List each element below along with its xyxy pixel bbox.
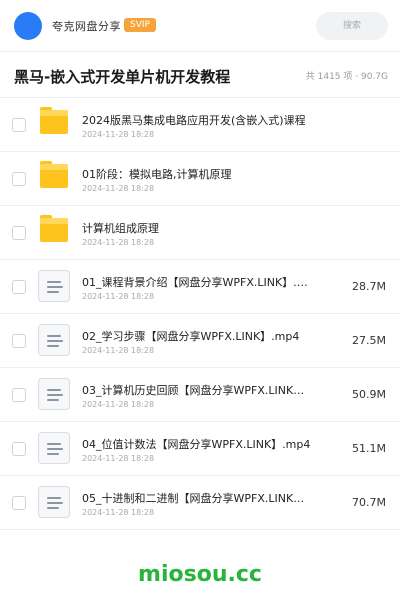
item-date: 2024-11-28 18:28 xyxy=(82,454,155,463)
checkbox[interactable] xyxy=(12,388,26,402)
item-date: 2024-11-28 18:28 xyxy=(82,130,155,139)
folder-icon xyxy=(38,107,70,140)
file-list: 2024版黑马集成电路应用开发(含嵌入式)课程 2024-11-28 18:28… xyxy=(0,98,400,530)
item-size: 50.9M xyxy=(352,388,386,401)
list-item[interactable]: 01阶段：模拟电路,计算机原理 2024-11-28 18:28 xyxy=(0,152,400,206)
document-icon xyxy=(38,486,70,518)
avatar[interactable] xyxy=(14,12,42,40)
checkbox[interactable] xyxy=(12,442,26,456)
watermark: miosou.cc xyxy=(138,562,262,587)
folder-icon xyxy=(38,215,70,248)
list-item[interactable]: 01_课程背景介绍【网盘分享WPFX.LINK】.mp4 2024-11-28 … xyxy=(0,260,400,314)
item-date: 2024-11-28 18:28 xyxy=(82,508,155,517)
list-item[interactable]: 02_学习步骤【网盘分享WPFX.LINK】.mp4 2024-11-28 18… xyxy=(0,314,400,368)
item-name: 03_计算机历史回顾【网盘分享WPFX.LINK】.mp4 xyxy=(82,384,312,397)
document-icon xyxy=(38,270,70,302)
item-name: 04_位值计数法【网盘分享WPFX.LINK】.mp4 xyxy=(82,438,311,451)
item-date: 2024-11-28 18:28 xyxy=(82,238,155,247)
share-page: 夸克网盘分享 SVIP 搜索 黑马-嵌入式开发单片机开发教程 共 1415 项 … xyxy=(0,0,400,600)
item-count: 共 1415 项 · 90.7G xyxy=(305,72,388,82)
item-size: 28.7M xyxy=(352,280,386,293)
list-item[interactable]: 2024版黑马集成电路应用开发(含嵌入式)课程 2024-11-28 18:28 xyxy=(0,98,400,152)
svip-badge: SVIP xyxy=(124,18,156,32)
checkbox[interactable] xyxy=(12,118,26,132)
item-date: 2024-11-28 18:28 xyxy=(82,400,155,409)
item-name: 05_十进制和二进制【网盘分享WPFX.LINK】.mp4 xyxy=(82,492,312,505)
page-title: 黑马-嵌入式开发单片机开发教程 xyxy=(14,68,231,86)
item-date: 2024-11-28 18:28 xyxy=(82,346,155,355)
list-item[interactable]: 04_位值计数法【网盘分享WPFX.LINK】.mp4 2024-11-28 1… xyxy=(0,422,400,476)
document-icon xyxy=(38,324,70,356)
item-name: 01阶段：模拟电路,计算机原理 xyxy=(82,168,232,181)
item-name: 02_学习步骤【网盘分享WPFX.LINK】.mp4 xyxy=(82,330,300,343)
item-date: 2024-11-28 18:28 xyxy=(82,292,155,301)
document-icon xyxy=(38,432,70,464)
checkbox[interactable] xyxy=(12,496,26,510)
folder-icon xyxy=(38,161,70,194)
search-box[interactable]: 搜索 xyxy=(316,12,388,40)
item-size: 70.7M xyxy=(352,496,386,509)
top-header: 夸克网盘分享 SVIP 搜索 xyxy=(0,0,400,52)
title-bar: 黑马-嵌入式开发单片机开发教程 共 1415 项 · 90.7G xyxy=(0,52,400,98)
item-size: 27.5M xyxy=(352,334,386,347)
document-icon xyxy=(38,378,70,410)
item-date: 2024-11-28 18:28 xyxy=(82,184,155,193)
checkbox[interactable] xyxy=(12,280,26,294)
checkbox[interactable] xyxy=(12,226,26,240)
brand-name: 夸克网盘分享 xyxy=(52,20,121,33)
list-item[interactable]: 计算机组成原理 2024-11-28 18:28 xyxy=(0,206,400,260)
item-size: 51.1M xyxy=(352,442,386,455)
checkbox[interactable] xyxy=(12,334,26,348)
list-item[interactable]: 03_计算机历史回顾【网盘分享WPFX.LINK】.mp4 2024-11-28… xyxy=(0,368,400,422)
list-item[interactable]: 05_十进制和二进制【网盘分享WPFX.LINK】.mp4 2024-11-28… xyxy=(0,476,400,530)
checkbox[interactable] xyxy=(12,172,26,186)
item-name: 01_课程背景介绍【网盘分享WPFX.LINK】.mp4 xyxy=(82,276,312,289)
item-name: 2024版黑马集成电路应用开发(含嵌入式)课程 xyxy=(82,114,306,127)
item-name: 计算机组成原理 xyxy=(82,222,159,235)
